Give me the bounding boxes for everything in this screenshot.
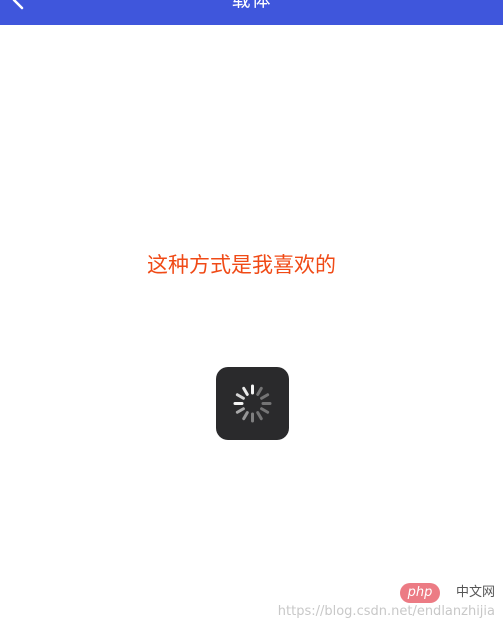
loading-toast <box>216 367 289 440</box>
spinner-icon <box>233 384 272 423</box>
watermark: php 中文网 https://blog.csdn.net/endlanzhij… <box>245 583 495 623</box>
message-text: 这种方式是我喜欢的 <box>147 253 336 277</box>
php-logo: php <box>400 583 440 603</box>
app-bar: 载体 <box>0 0 503 25</box>
watermark-url: https://blog.csdn.net/endlanzhijia <box>277 604 495 619</box>
watermark-site-label: 中文网 <box>455 585 495 600</box>
page-title: 载体 <box>231 0 272 11</box>
